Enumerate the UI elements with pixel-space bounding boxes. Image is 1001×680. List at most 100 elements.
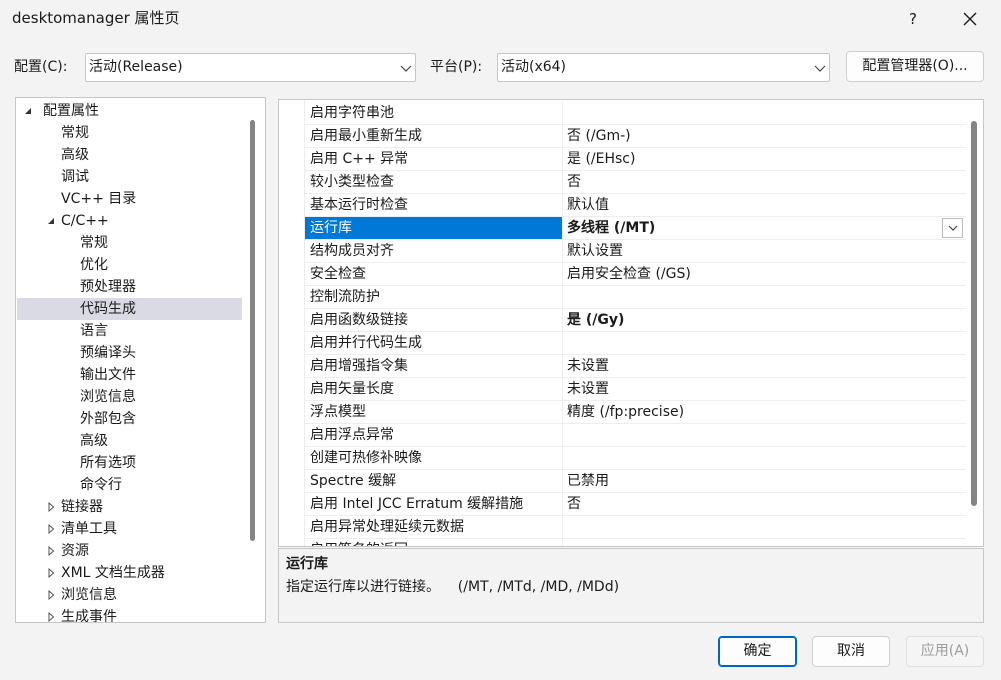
tree-item[interactable]: 清单工具 — [17, 518, 242, 540]
property-row[interactable]: 启用矢量长度 未设置 — [305, 378, 966, 401]
property-name[interactable]: 启用并行代码生成 — [305, 332, 563, 354]
tree-item[interactable]: 命令行 — [17, 474, 242, 496]
cancel-button[interactable]: 取消 — [812, 636, 890, 667]
tree-item[interactable]: 输出文件 — [17, 364, 242, 386]
collapsed-arrow-icon[interactable] — [46, 502, 56, 512]
tree-item[interactable]: C/C++ — [17, 210, 242, 232]
property-name[interactable]: 启用签名的返回 — [305, 539, 563, 546]
property-value[interactable]: 未设置 — [564, 378, 966, 400]
property-value[interactable]: 否 (/Gm-) — [564, 125, 966, 147]
help-button[interactable]: ? — [898, 4, 928, 34]
platform-dropdown[interactable]: 活动(x64) — [497, 53, 830, 82]
tree-item[interactable]: 调试 — [17, 166, 242, 188]
tree-item[interactable]: 生成事件 — [17, 606, 242, 622]
property-row[interactable]: 结构成员对齐 默认设置 — [305, 240, 966, 263]
property-value[interactable]: 是 (/EHsc) — [564, 148, 966, 170]
tree-item[interactable]: XML 文档生成器 — [17, 562, 242, 584]
property-value[interactable]: 否 — [564, 171, 966, 193]
tree-item[interactable]: 高级 — [17, 430, 242, 452]
tree-item[interactable]: 外部包含 — [17, 408, 242, 430]
collapsed-arrow-icon[interactable] — [46, 524, 56, 534]
property-name[interactable]: 启用 Intel JCC Erratum 缓解措施 — [305, 493, 563, 515]
ok-button[interactable]: 确定 — [718, 636, 797, 667]
property-name[interactable]: 启用最小重新生成 — [305, 125, 563, 147]
property-name[interactable]: 启用字符串池 — [305, 102, 563, 124]
tree-item[interactable]: 所有选项 — [17, 452, 242, 474]
property-name[interactable]: 启用异常处理延续元数据 — [305, 516, 563, 538]
property-row[interactable]: 运行库 多线程 (/MT) — [305, 217, 966, 240]
property-value[interactable]: 否 — [564, 493, 966, 515]
property-name[interactable]: Spectre 缓解 — [305, 470, 563, 492]
property-name[interactable]: 较小类型检查 — [305, 171, 563, 193]
collapsed-arrow-icon[interactable] — [46, 568, 56, 578]
expanded-arrow-icon[interactable] — [46, 216, 56, 226]
collapsed-arrow-icon[interactable] — [46, 546, 56, 556]
property-value[interactable] — [564, 447, 966, 469]
value-dropdown-button[interactable] — [942, 218, 963, 238]
property-value[interactable]: 是 (/Gy) — [564, 309, 966, 331]
expanded-arrow-icon[interactable] — [23, 106, 33, 116]
property-name[interactable]: 创建可热修补映像 — [305, 447, 563, 469]
property-value[interactable]: 精度 (/fp:precise) — [564, 401, 966, 423]
property-row[interactable]: 启用并行代码生成 — [305, 332, 966, 355]
property-value[interactable] — [564, 516, 966, 538]
property-value[interactable] — [564, 102, 966, 124]
grid-scrollbar-thumb[interactable] — [971, 121, 977, 506]
tree-item[interactable]: 浏览信息 — [17, 386, 242, 408]
tree-item[interactable]: 预编译头 — [17, 342, 242, 364]
tree-item[interactable]: 资源 — [17, 540, 242, 562]
property-value[interactable] — [564, 286, 966, 308]
property-row[interactable]: 启用字符串池 — [305, 102, 966, 125]
property-row[interactable]: 控制流防护 — [305, 286, 966, 309]
tree-item[interactable]: 常规 — [17, 122, 242, 144]
collapsed-arrow-icon[interactable] — [46, 590, 56, 600]
property-value[interactable]: 多线程 (/MT) — [564, 217, 966, 239]
property-value[interactable]: 默认设置 — [564, 240, 966, 262]
property-name[interactable]: 启用浮点异常 — [305, 424, 563, 446]
property-row[interactable]: 启用 C++ 异常是 (/EHsc) — [305, 148, 966, 171]
property-value[interactable] — [564, 539, 966, 546]
property-row[interactable]: 浮点模型 精度 (/fp:precise) — [305, 401, 966, 424]
tree-item[interactable]: 预处理器 — [17, 276, 242, 298]
property-name[interactable]: 启用 C++ 异常 — [305, 148, 563, 170]
property-row[interactable]: 启用 Intel JCC Erratum 缓解措施否 — [305, 493, 966, 516]
property-row[interactable]: 创建可热修补映像 — [305, 447, 966, 470]
property-name[interactable]: 控制流防护 — [305, 286, 563, 308]
property-row[interactable]: 启用浮点异常 — [305, 424, 966, 447]
property-value[interactable]: 未设置 — [564, 355, 966, 377]
property-row[interactable]: 启用异常处理延续元数据 — [305, 516, 966, 539]
property-name[interactable]: 安全检查 — [305, 263, 563, 285]
apply-button[interactable]: 应用(A) — [906, 636, 984, 667]
property-row[interactable]: 较小类型检查否 — [305, 171, 966, 194]
property-row[interactable]: 启用最小重新生成否 (/Gm-) — [305, 125, 966, 148]
collapsed-arrow-icon[interactable] — [46, 612, 56, 622]
close-button[interactable] — [955, 4, 985, 34]
tree-item[interactable]: 配置属性 — [17, 100, 242, 122]
tree-item[interactable]: 优化 — [17, 254, 242, 276]
property-value[interactable] — [564, 332, 966, 354]
property-row[interactable]: 安全检查 启用安全检查 (/GS) — [305, 263, 966, 286]
property-name[interactable]: 结构成员对齐 — [305, 240, 563, 262]
tree-item[interactable]: 链接器 — [17, 496, 242, 518]
property-row[interactable]: 启用函数级链接是 (/Gy) — [305, 309, 966, 332]
property-value[interactable]: 默认值 — [564, 194, 966, 216]
property-name[interactable]: 基本运行时检查 — [305, 194, 563, 216]
property-row[interactable]: 启用签名的返回 — [305, 539, 966, 546]
tree-item[interactable]: 代码生成 — [17, 298, 242, 320]
property-name[interactable]: 启用增强指令集 — [305, 355, 563, 377]
property-value[interactable]: 启用安全检查 (/GS) — [564, 263, 966, 285]
tree-item[interactable]: 高级 — [17, 144, 242, 166]
tree-item[interactable]: VC++ 目录 — [17, 188, 242, 210]
property-name[interactable]: 浮点模型 — [305, 401, 563, 423]
tree-item[interactable]: 语言 — [17, 320, 242, 342]
property-name[interactable]: 启用函数级链接 — [305, 309, 563, 331]
property-row[interactable]: 启用增强指令集 未设置 — [305, 355, 966, 378]
configuration-manager-button[interactable]: 配置管理器(O)... — [846, 51, 984, 82]
property-value[interactable]: 已禁用 — [564, 470, 966, 492]
configuration-dropdown[interactable]: 活动(Release) — [85, 53, 416, 82]
tree-scrollbar-thumb[interactable] — [250, 120, 255, 541]
property-name[interactable]: 运行库 — [305, 217, 563, 239]
property-row[interactable]: 基本运行时检查 默认值 — [305, 194, 966, 217]
tree-item[interactable]: 浏览信息 — [17, 584, 242, 606]
property-value[interactable] — [564, 424, 966, 446]
